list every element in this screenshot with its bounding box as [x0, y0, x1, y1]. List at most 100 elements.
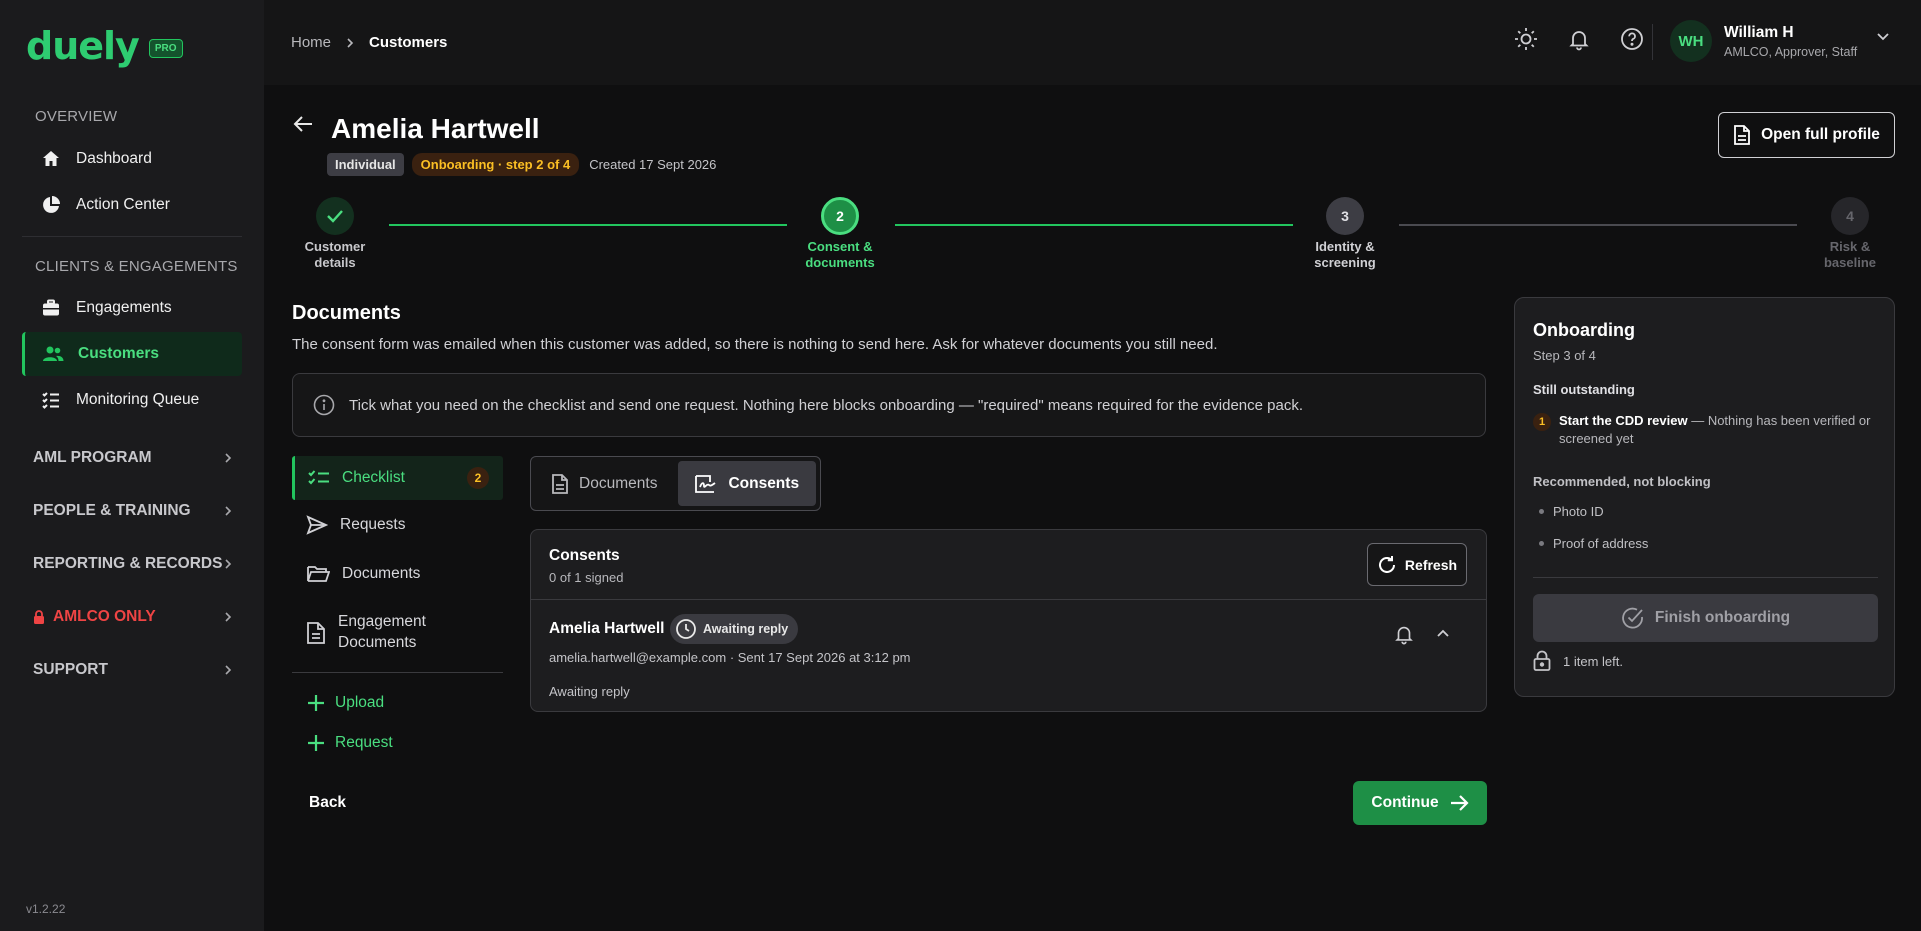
recommended-label: Proof of address — [1553, 536, 1649, 551]
recommended-item: Photo ID — [1539, 504, 1604, 519]
refresh-label: Refresh — [1404, 556, 1458, 573]
finish-label: Finish onboarding — [1654, 609, 1791, 626]
subnav-label: Documents — [342, 565, 421, 582]
lock-icon — [33, 610, 45, 624]
step-label-line: Identity & — [1315, 239, 1375, 254]
user-menu[interactable]: WH William H AMLCO, Approver, Staff — [1670, 20, 1857, 62]
subnav-documents[interactable]: Documents — [292, 564, 503, 584]
subnav-label: Engagement Documents — [338, 613, 426, 651]
chevron-right-icon — [223, 505, 233, 517]
request-link[interactable]: Request — [307, 734, 393, 752]
subnav-checklist[interactable]: Checklist 2 — [292, 456, 503, 500]
documents-description: The consent form was emailed when this c… — [292, 336, 1218, 353]
avatar: WH — [1670, 20, 1712, 62]
onboarding-panel: Onboarding Step 3 of 4 Still outstanding… — [1514, 297, 1895, 697]
step-3-label: Identity & screening — [1290, 239, 1400, 271]
sidebar-item-monitoring-queue[interactable]: Monitoring Queue — [22, 378, 242, 422]
outstanding-item[interactable]: 1 Start the CDD review — Nothing has bee… — [1533, 412, 1878, 448]
back-arrow-icon[interactable] — [292, 114, 314, 134]
nav-group-label: AMLCO ONLY — [53, 608, 156, 625]
step-label-line: Risk & — [1829, 239, 1871, 254]
step-number: 4 — [1846, 208, 1854, 224]
open-full-profile-button[interactable]: Open full profile — [1718, 112, 1895, 158]
consent-status: Awaiting reply — [549, 684, 630, 699]
back-button[interactable]: Back — [309, 794, 346, 812]
breadcrumb-current: Customers — [369, 34, 448, 51]
documents-title: Documents — [292, 302, 401, 324]
status-badge: Onboarding · step 2 of 4 — [411, 153, 580, 176]
nav-group-amlco-only[interactable]: AMLCO ONLY — [33, 608, 233, 626]
refresh-icon — [1377, 555, 1397, 575]
continue-button[interactable]: Continue — [1353, 781, 1487, 825]
step-4-circle: 4 — [1831, 197, 1869, 235]
step-1-circle[interactable] — [316, 197, 354, 235]
clock-icon — [675, 618, 697, 640]
open-full-profile-label: Open full profile — [1761, 126, 1880, 143]
sidebar-item-label: Dashboard — [76, 150, 152, 167]
panel-divider — [1533, 577, 1878, 578]
upload-link[interactable]: Upload — [307, 694, 384, 712]
consents-count: 0 of 1 signed — [549, 570, 624, 585]
user-role: AMLCO, Approver, Staff — [1724, 44, 1858, 59]
panel-title: Onboarding — [1533, 320, 1635, 340]
chevron-right-icon — [223, 558, 233, 570]
refresh-button[interactable]: Refresh — [1367, 543, 1467, 586]
step-2-label: Consent & documents — [785, 239, 895, 271]
breadcrumb-home[interactable]: Home — [291, 34, 331, 51]
nav-group-label: SUPPORT — [33, 661, 108, 678]
chevron-up-icon[interactable] — [1435, 625, 1451, 641]
continue-label: Continue — [1371, 794, 1439, 811]
pro-badge: PRO — [148, 38, 183, 58]
sidebar-item-engagements[interactable]: Engagements — [22, 286, 242, 330]
bell-icon[interactable] — [1393, 623, 1415, 645]
topbar-separator — [1652, 24, 1653, 60]
upload-label: Upload — [335, 694, 385, 711]
subnav-requests[interactable]: Requests — [292, 515, 503, 535]
checklist-count-badge: 2 — [467, 467, 489, 489]
consent-person-name: Amelia Hartwell — [549, 620, 665, 637]
request-label: Request — [335, 734, 393, 751]
outstanding-title: Start the CDD review — [1559, 413, 1688, 428]
file-icon — [551, 473, 569, 495]
app-logo[interactable]: duely PRO — [26, 24, 183, 68]
sun-icon[interactable] — [1512, 25, 1540, 53]
customer-type-badge: Individual — [327, 153, 404, 176]
section-overview: OVERVIEW — [35, 108, 118, 125]
chevron-right-icon — [223, 664, 233, 676]
logo-text: duely — [26, 24, 140, 68]
topbar: Home Customers WH William H AMLCO, Appro… — [264, 0, 1921, 85]
bullet-dot — [1539, 509, 1544, 514]
tab-documents[interactable]: Documents — [535, 461, 674, 506]
items-left: 1 item left. — [1533, 650, 1623, 672]
step-2-circle[interactable]: 2 — [821, 197, 859, 235]
subnav-divider — [292, 672, 503, 673]
nav-group-label: PEOPLE & TRAINING — [33, 502, 191, 519]
awaiting-reply-label: Awaiting reply — [703, 622, 789, 636]
chevron-right-icon — [345, 37, 355, 49]
step-3-circle[interactable]: 3 — [1326, 197, 1364, 235]
nav-group-reporting-records[interactable]: REPORTING & RECORDS — [33, 555, 233, 573]
check-icon — [326, 209, 344, 223]
subnav-label: Checklist — [342, 469, 405, 486]
sidebar-item-dashboard[interactable]: Dashboard — [22, 137, 242, 181]
sidebar-item-label: Monitoring Queue — [76, 391, 200, 408]
nav-group-aml-program[interactable]: AML PROGRAM — [33, 449, 233, 467]
folder-icon — [306, 564, 330, 584]
chevron-down-icon[interactable] — [1876, 32, 1890, 42]
nav-group-label: AML PROGRAM — [33, 449, 152, 466]
pie-chart-icon — [40, 194, 62, 216]
nav-group-support[interactable]: SUPPORT — [33, 661, 233, 679]
info-text: Tick what you need on the checklist and … — [349, 396, 1303, 414]
help-icon[interactable] — [1618, 25, 1646, 53]
app-version: v1.2.22 — [26, 902, 66, 916]
sidebar-item-customers[interactable]: Customers — [22, 332, 242, 376]
sidebar-item-action-center[interactable]: Action Center — [22, 183, 242, 227]
step-label-line: Customer — [304, 239, 366, 254]
subnav-engagement-documents[interactable]: Engagement Documents — [292, 611, 503, 653]
step-label-line: baseline — [1823, 255, 1877, 270]
file-icon — [1733, 124, 1751, 146]
bell-icon[interactable] — [1565, 25, 1593, 53]
nav-group-people-training[interactable]: PEOPLE & TRAINING — [33, 502, 233, 520]
tab-consents[interactable]: Consents — [677, 461, 816, 506]
finish-onboarding-button[interactable]: Finish onboarding — [1533, 594, 1878, 642]
